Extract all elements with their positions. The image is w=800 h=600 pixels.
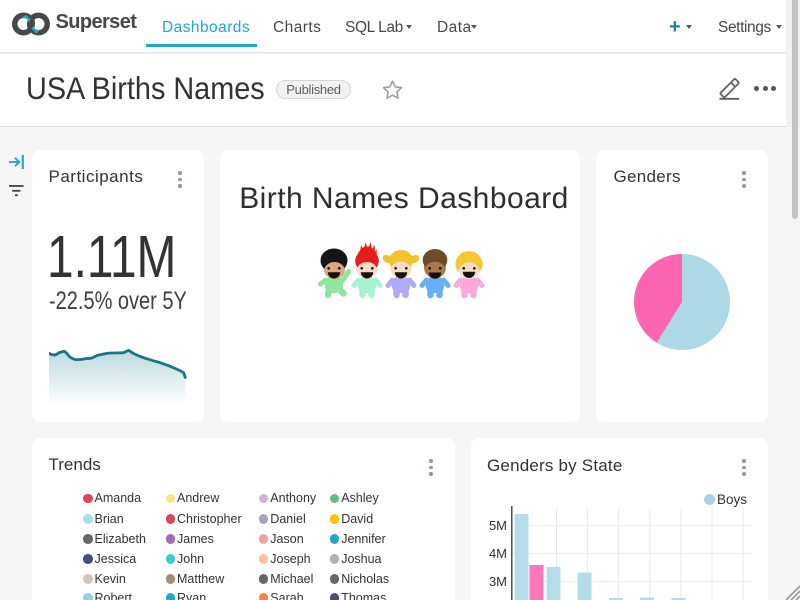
svg-text:3M: 3M (489, 574, 507, 589)
svg-text:4M: 4M (489, 546, 507, 561)
svg-text:5M: 5M (489, 518, 507, 533)
